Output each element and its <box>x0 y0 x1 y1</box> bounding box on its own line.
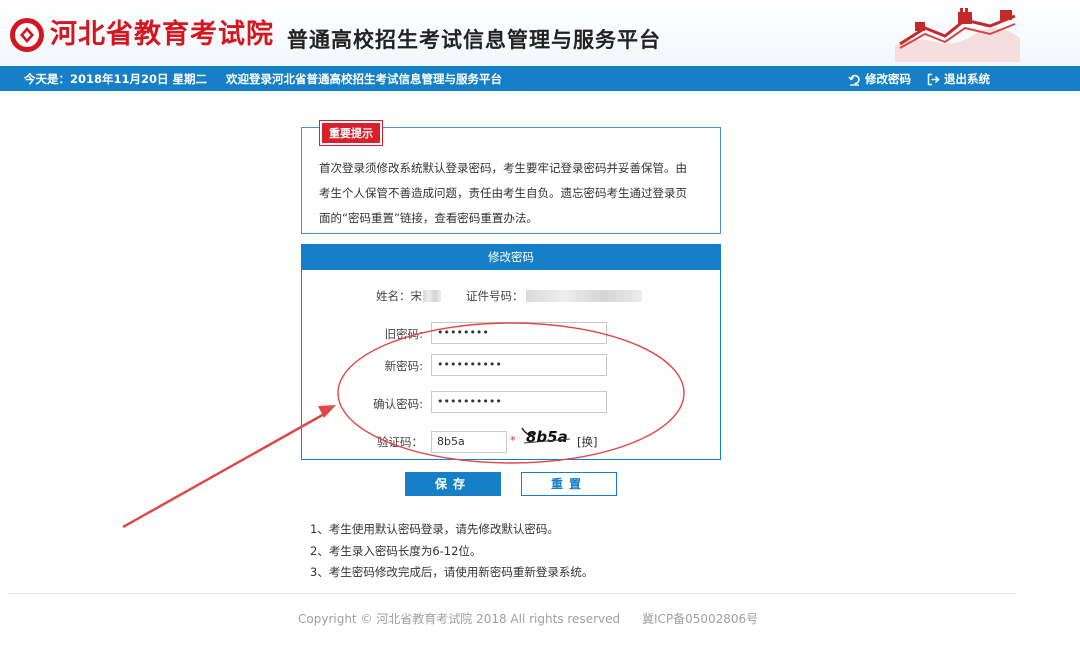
note-item: 3、考生密码修改完成后，请使用新密码重新登录系统。 <box>310 565 594 579</box>
annotation-arrow-line <box>122 411 327 529</box>
student-name: 姓名：宋 <box>376 288 441 304</box>
captcha-input[interactable]: 8b5a <box>431 431 507 453</box>
confirm-password-input[interactable]: •••••••••• <box>431 391 607 413</box>
save-button[interactable]: 保存 <box>405 472 501 496</box>
note-item: 2、考生录入密码长度为6-12位。 <box>310 543 482 558</box>
logout-icon <box>927 73 940 85</box>
confirm-password-label: 确认密码: <box>373 397 423 411</box>
student-name-label: 姓名：宋 <box>376 289 422 303</box>
captcha-label: 验证码： <box>377 435 423 449</box>
exam-authority-logo-icon <box>10 18 44 52</box>
important-notice-box: 重要提示 首次登录须修改系统默认登录密码，考生要牢记登录密码并妥善保管。由 考生… <box>301 120 721 234</box>
notice-line: 面的“密码重置”链接，查看密码重置办法。 <box>319 211 538 225</box>
platform-name: 普通高校招生考试信息管理与服务平台 <box>287 28 661 52</box>
password-rules-notes: 1、考生使用默认密码登录，请先修改默认密码。 2、考生录入密码长度为6-12位。… <box>310 519 593 584</box>
captcha-image-text: 8b5a <box>526 428 568 446</box>
id-number-label: 证件号码： <box>466 289 524 303</box>
old-password-input[interactable]: •••••••• <box>431 322 607 344</box>
new-password-label: 新密码: <box>384 359 423 373</box>
note-item: 1、考生使用默认密码登录，请先修改默认密码。 <box>310 522 559 536</box>
icp-text: 冀ICP备05002806号 <box>641 612 759 626</box>
old-password-label: 旧密码: <box>384 327 423 341</box>
key-refresh-icon <box>848 74 860 86</box>
name-redacted <box>423 290 441 302</box>
page-footer: Copyright © 河北省教育考试院 2018 All rights res… <box>298 610 758 627</box>
top-nav-bar: 今天是：2018年11月20日 星期二 欢迎登录河北省普通高校招生考试信息管理与… <box>0 66 1080 91</box>
required-star: * <box>510 434 516 447</box>
reset-button[interactable]: 重置 <box>521 472 617 496</box>
notice-line: 考生个人保管不善造成问题，责任由考生自负。遗忘密码考生通过登录页 <box>319 186 687 200</box>
refresh-captcha-link[interactable]: [换] <box>577 434 597 450</box>
logout-link[interactable]: 退出系统 <box>927 71 990 87</box>
notice-text: 首次登录须修改系统默认登录密码，考生要牢记登录密码并妥善保管。由 考生个人保管不… <box>319 156 709 231</box>
welcome-text: 欢迎登录河北省普通高校招生考试信息管理与服务平台 <box>226 72 502 86</box>
copyright-text: Copyright © 河北省教育考试院 2018 All rights res… <box>298 612 621 626</box>
id-number-redacted <box>525 290 642 302</box>
current-date-text: 今天是：2018年11月20日 星期二 <box>24 72 208 86</box>
change-password-link[interactable]: 修改密码 <box>848 71 911 87</box>
change-password-panel: 修改密码 <box>301 244 721 460</box>
captcha-image[interactable]: 8b5a <box>520 424 572 446</box>
logout-label: 退出系统 <box>944 72 990 86</box>
footer-divider <box>8 593 1016 594</box>
notice-tag: 重要提示 <box>319 120 383 146</box>
new-password-input[interactable]: •••••••••• <box>431 354 607 376</box>
org-name: 河北省教育考试院 <box>50 19 274 50</box>
id-number: 证件号码： <box>466 288 642 304</box>
change-password-label: 修改密码 <box>865 72 911 86</box>
notice-line: 首次登录须修改系统默认登录密码，考生要牢记登录密码并妥善保管。由 <box>319 161 687 175</box>
great-wall-illustration-icon <box>895 8 1020 62</box>
panel-title: 修改密码 <box>302 245 720 270</box>
site-header: 河北省教育考试院 普通高校招生考试信息管理与服务平台 <box>0 0 1080 66</box>
